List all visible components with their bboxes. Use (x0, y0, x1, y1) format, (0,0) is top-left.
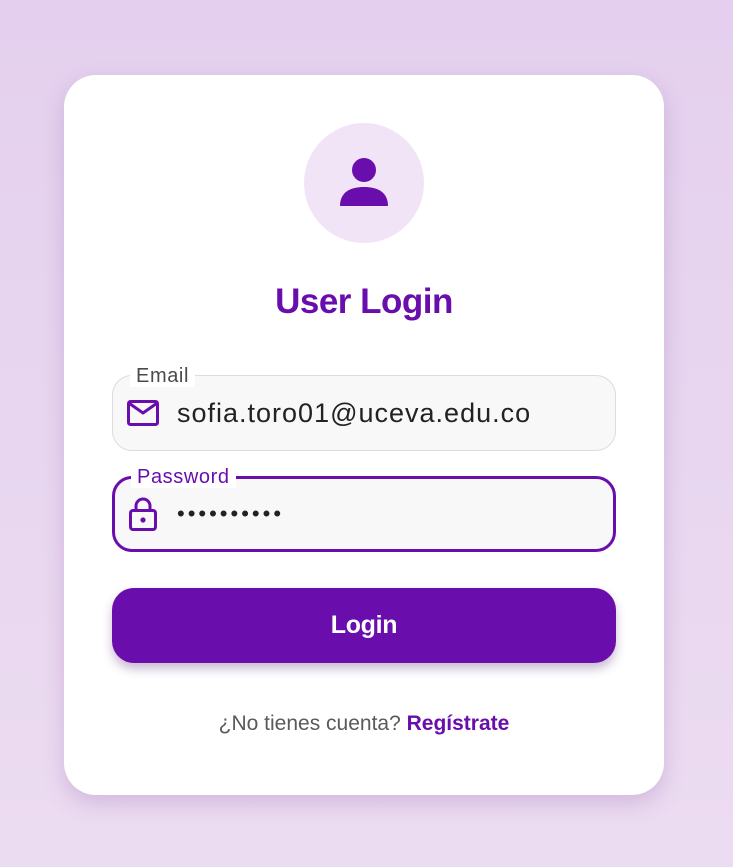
mail-icon (127, 397, 159, 429)
person-icon (340, 158, 388, 206)
lock-icon (127, 497, 159, 531)
avatar (304, 123, 424, 243)
signup-link[interactable]: Regístrate (407, 712, 510, 735)
password-input[interactable]: •••••••••• (177, 479, 597, 549)
signup-row: ¿No tienes cuenta? Regístrate (64, 712, 664, 736)
email-field[interactable]: Email (112, 365, 616, 451)
login-card: User Login Email Password •••••••••• Log… (64, 75, 664, 795)
signup-prompt: ¿No tienes cuenta? (218, 712, 401, 735)
page-title: User Login (275, 282, 453, 321)
login-button[interactable]: Login (112, 588, 616, 663)
password-field[interactable]: Password •••••••••• (112, 466, 616, 552)
email-input[interactable] (177, 376, 599, 450)
